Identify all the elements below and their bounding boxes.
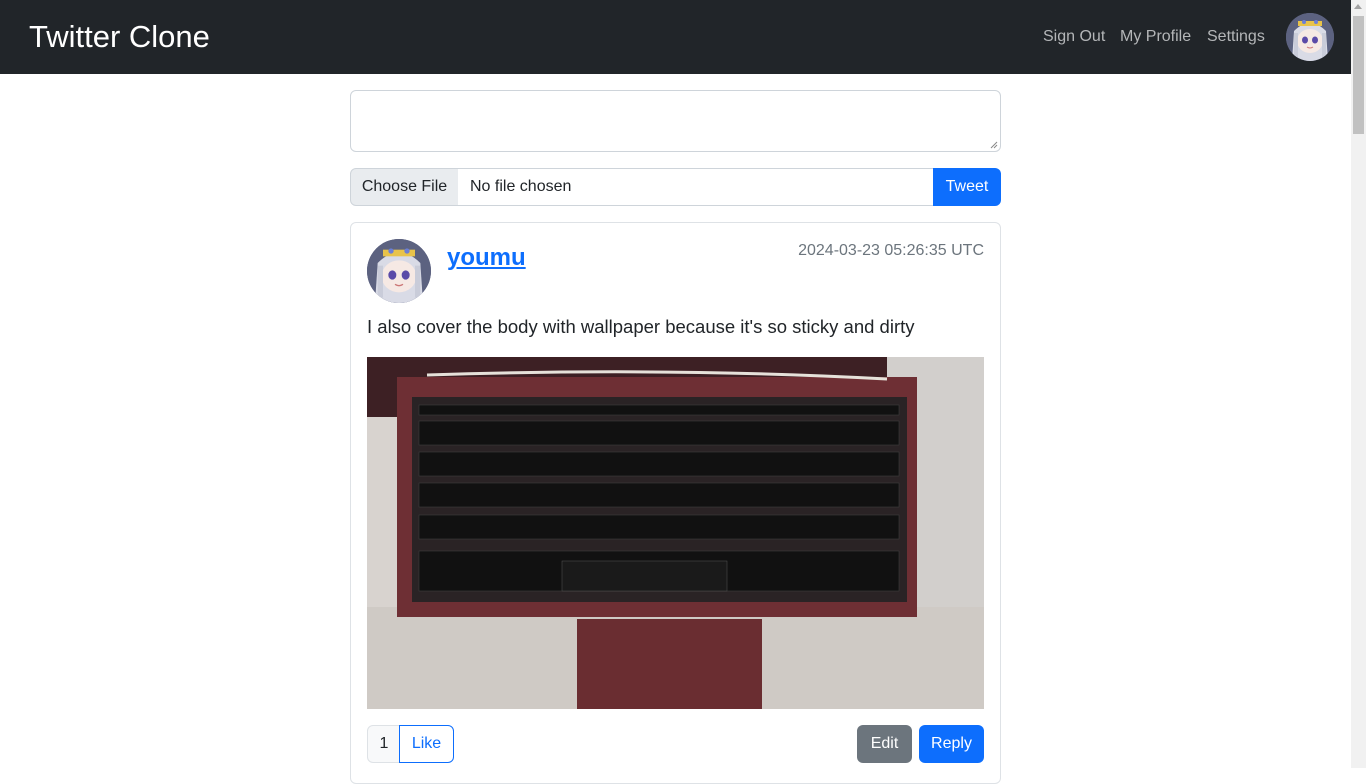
page-scrollbar[interactable] bbox=[1351, 0, 1366, 768]
brand-link[interactable]: Twitter Clone bbox=[29, 17, 210, 57]
settings-link[interactable]: Settings bbox=[1207, 26, 1265, 48]
scrollbar-thumb[interactable] bbox=[1353, 16, 1364, 134]
resize-handle-icon[interactable] bbox=[990, 141, 998, 149]
avatar-image-icon bbox=[1286, 13, 1334, 61]
keyboard-photo-icon bbox=[367, 357, 984, 709]
like-count: 1 bbox=[367, 725, 401, 763]
tweet-button[interactable]: Tweet bbox=[933, 168, 1001, 206]
like-button[interactable]: Like bbox=[399, 725, 454, 763]
avatar-image-icon bbox=[367, 239, 431, 303]
top-navbar: Twitter Clone Sign Out My Profile Settin… bbox=[0, 0, 1351, 74]
reply-button[interactable]: Reply bbox=[919, 725, 984, 763]
file-upload-group: Choose File No file chosen Tweet bbox=[350, 168, 1001, 206]
sign-out-link[interactable]: Sign Out bbox=[1043, 26, 1105, 48]
scroll-up-arrow-icon[interactable] bbox=[1354, 4, 1362, 9]
post-username-link[interactable]: youmu bbox=[447, 243, 526, 273]
post-card: youmu 2024-03-23 05:26:35 UTC I also cov… bbox=[350, 222, 1001, 784]
file-status-text[interactable]: No file chosen bbox=[458, 168, 944, 206]
edit-button[interactable]: Edit bbox=[857, 725, 912, 763]
tweet-textarea[interactable] bbox=[350, 90, 1001, 152]
my-profile-link[interactable]: My Profile bbox=[1120, 26, 1191, 48]
post-image[interactable] bbox=[367, 357, 984, 709]
post-timestamp: 2024-03-23 05:26:35 UTC bbox=[798, 242, 984, 259]
user-avatar[interactable] bbox=[1286, 13, 1334, 61]
choose-file-button[interactable]: Choose File bbox=[350, 168, 459, 206]
post-author-avatar[interactable] bbox=[367, 239, 431, 303]
post-body-text: I also cover the body with wallpaper bec… bbox=[367, 316, 915, 337]
